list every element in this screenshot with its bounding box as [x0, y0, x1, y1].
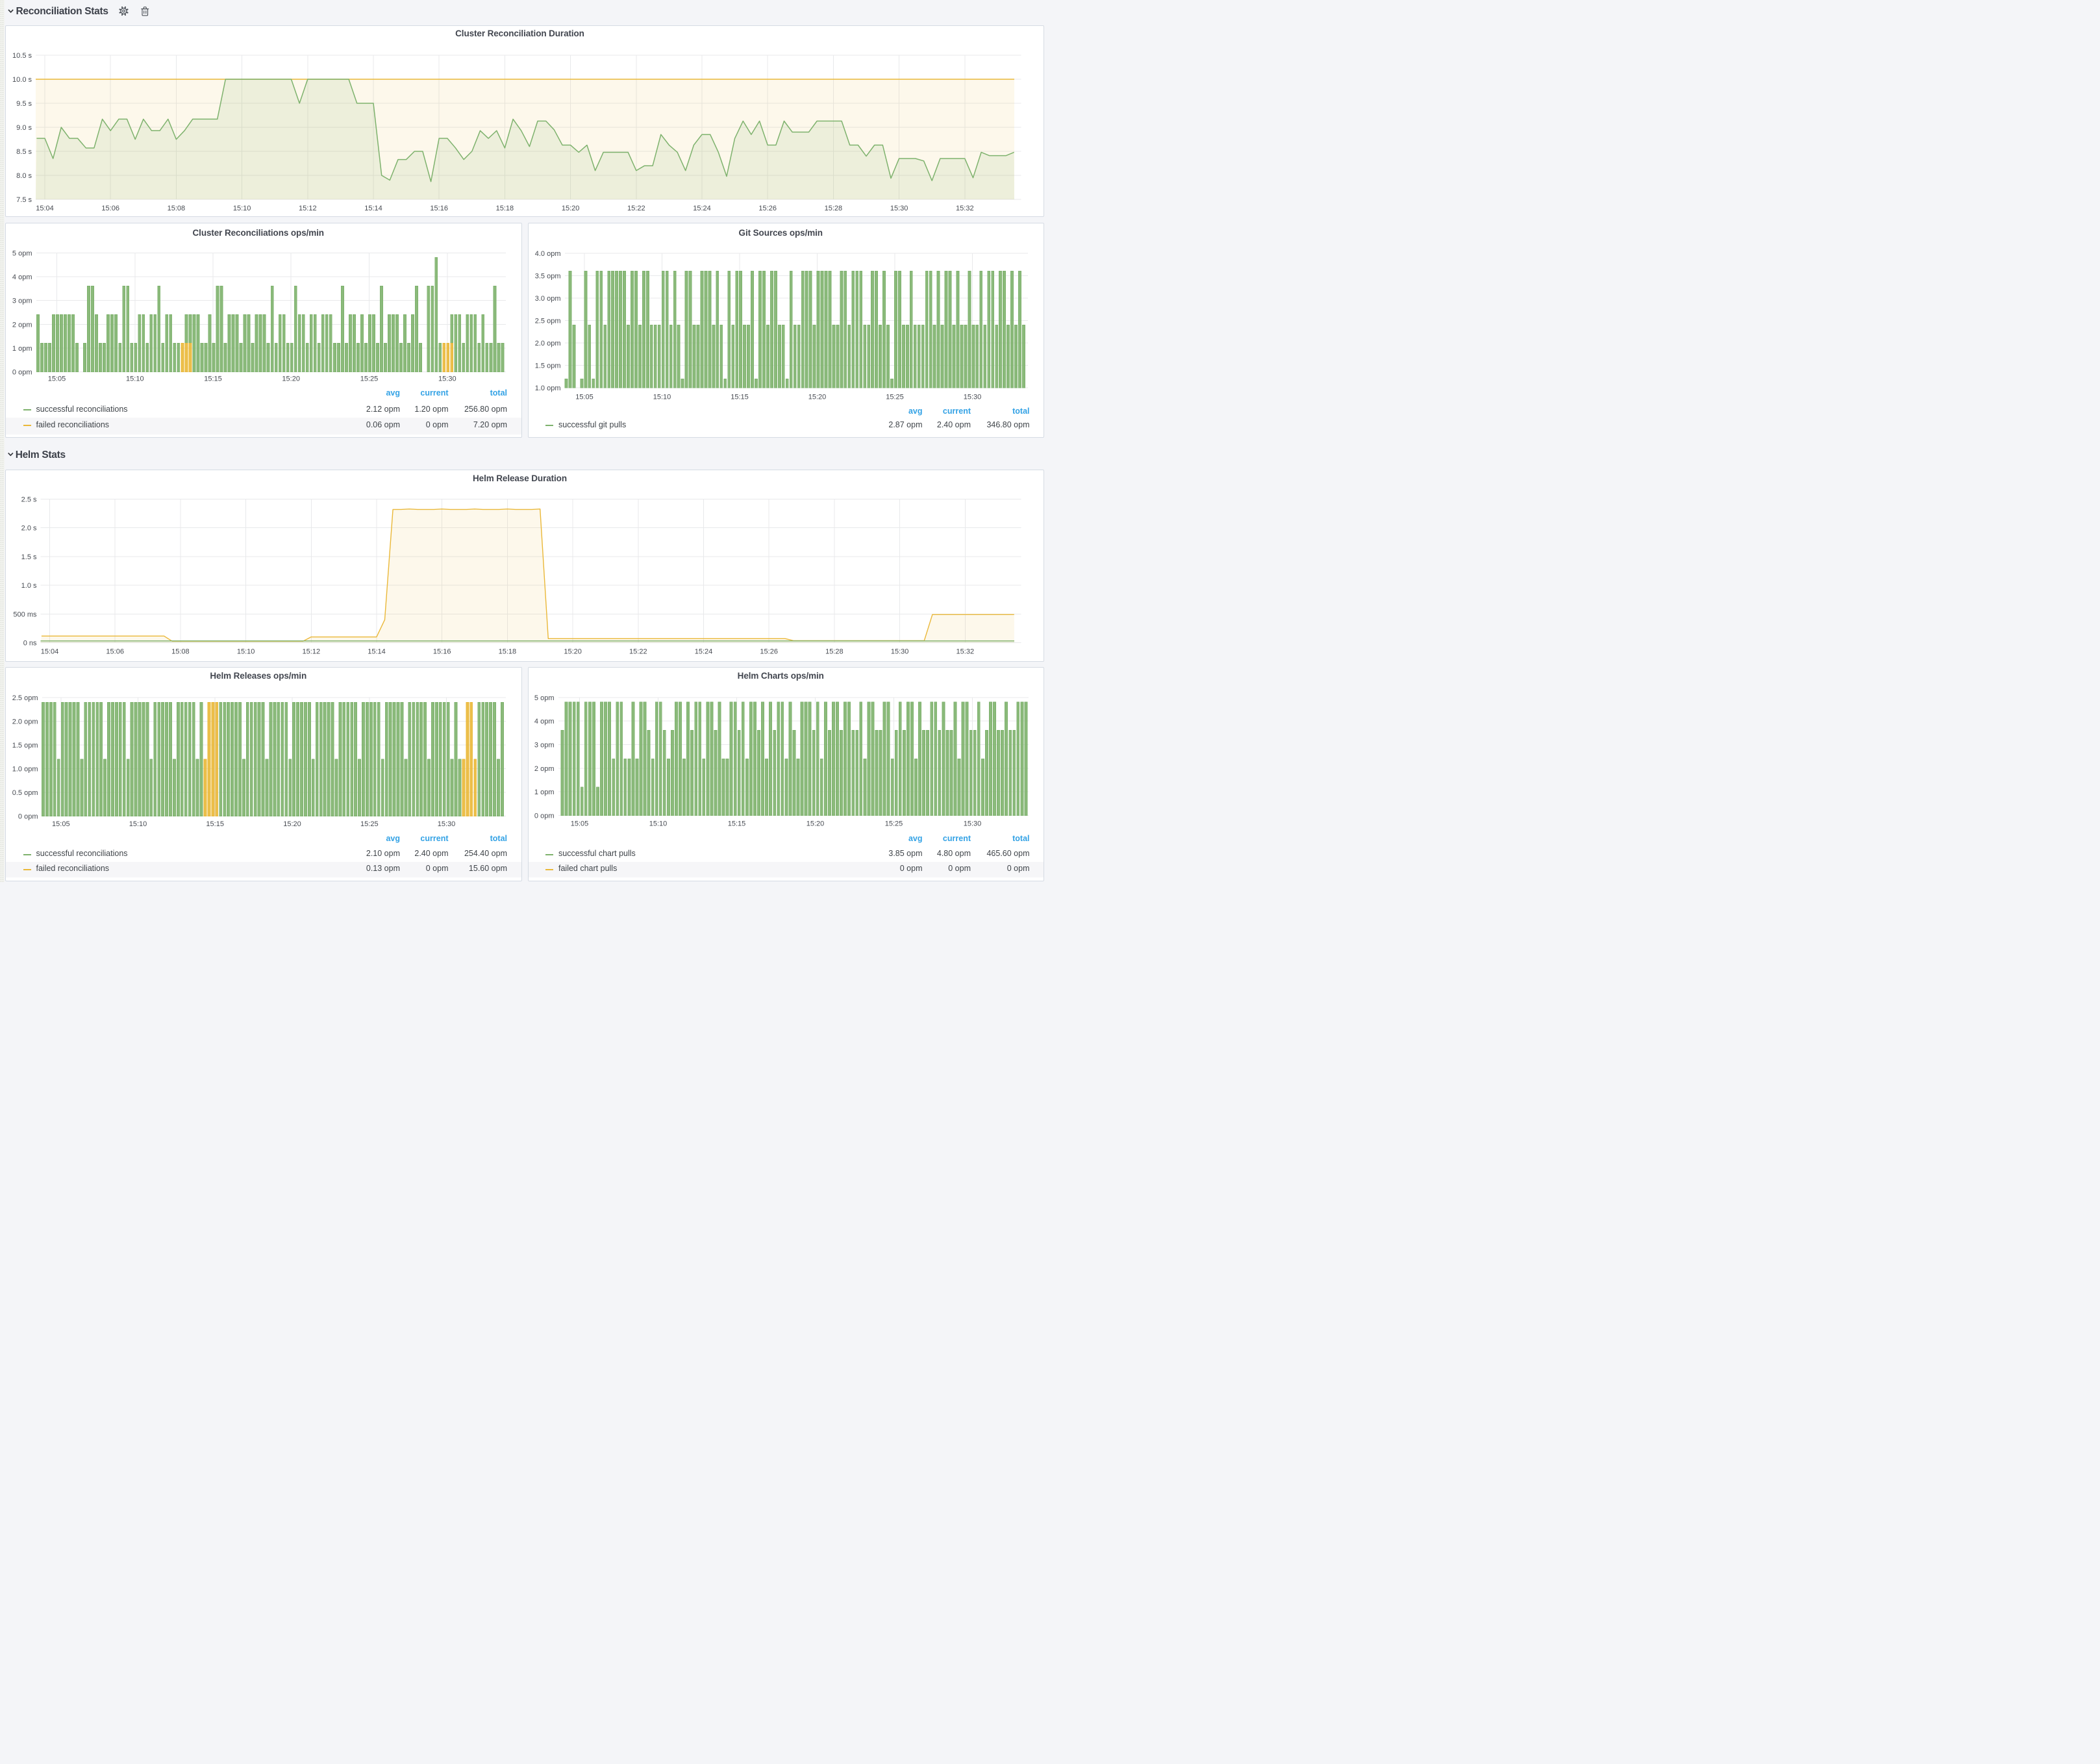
svg-text:4.0 opm: 4.0 opm	[535, 250, 561, 258]
svg-text:0 opm: 0 opm	[12, 369, 32, 377]
svg-text:8.5 s: 8.5 s	[16, 148, 32, 156]
svg-text:15:25: 15:25	[360, 375, 379, 383]
svg-text:1.0 s: 1.0 s	[21, 582, 37, 590]
svg-text:15:25: 15:25	[886, 394, 904, 401]
svg-text:15:12: 15:12	[299, 205, 317, 212]
svg-text:5 opm: 5 opm	[534, 694, 555, 702]
svg-text:2.5 opm: 2.5 opm	[12, 694, 38, 702]
svg-text:15:16: 15:16	[433, 648, 451, 656]
svg-text:15:18: 15:18	[496, 205, 514, 212]
svg-text:15:25: 15:25	[360, 820, 379, 828]
svg-text:15:08: 15:08	[168, 205, 186, 212]
svg-text:15:30: 15:30	[964, 820, 982, 828]
svg-text:7.5 s: 7.5 s	[16, 196, 32, 204]
svg-text:15:06: 15:06	[106, 648, 124, 656]
svg-text:15:05: 15:05	[571, 820, 589, 828]
svg-text:15:30: 15:30	[438, 820, 456, 828]
svg-text:15:25: 15:25	[885, 820, 903, 828]
svg-text:15:15: 15:15	[204, 375, 222, 383]
svg-text:15:14: 15:14	[364, 205, 382, 212]
svg-text:15:15: 15:15	[206, 820, 224, 828]
svg-text:15:26: 15:26	[758, 205, 777, 212]
svg-text:15:20: 15:20	[562, 205, 580, 212]
svg-text:15:32: 15:32	[956, 648, 975, 656]
svg-text:15:30: 15:30	[964, 394, 982, 401]
svg-text:1 opm: 1 opm	[534, 788, 555, 796]
svg-text:15:10: 15:10	[649, 820, 668, 828]
svg-text:15:10: 15:10	[126, 375, 144, 383]
svg-text:15:30: 15:30	[891, 648, 909, 656]
svg-text:15:10: 15:10	[653, 394, 671, 401]
svg-text:2.5 opm: 2.5 opm	[535, 318, 561, 325]
svg-text:1 opm: 1 opm	[12, 345, 32, 353]
svg-text:15:20: 15:20	[282, 375, 300, 383]
svg-text:15:20: 15:20	[806, 820, 825, 828]
svg-text:15:04: 15:04	[41, 648, 59, 656]
svg-text:0 ns: 0 ns	[23, 640, 37, 648]
svg-text:15:28: 15:28	[825, 205, 843, 212]
svg-text:1.5 opm: 1.5 opm	[12, 742, 38, 750]
svg-text:15:20: 15:20	[808, 394, 827, 401]
svg-text:2.5 s: 2.5 s	[21, 496, 37, 504]
svg-text:3 opm: 3 opm	[534, 742, 555, 750]
svg-text:2.0 s: 2.0 s	[21, 525, 37, 533]
svg-text:15:24: 15:24	[695, 648, 713, 656]
svg-text:15:15: 15:15	[731, 394, 749, 401]
svg-text:15:05: 15:05	[575, 394, 594, 401]
svg-text:2 opm: 2 opm	[534, 765, 555, 773]
svg-text:15:28: 15:28	[825, 648, 844, 656]
svg-text:3 opm: 3 opm	[12, 297, 32, 305]
svg-text:15:05: 15:05	[52, 820, 70, 828]
svg-text:15:20: 15:20	[564, 648, 582, 656]
svg-text:2.0 opm: 2.0 opm	[535, 340, 561, 347]
svg-text:10.5 s: 10.5 s	[12, 52, 32, 60]
svg-text:2 opm: 2 opm	[12, 321, 32, 329]
svg-text:10.0 s: 10.0 s	[12, 76, 32, 84]
svg-text:15:10: 15:10	[237, 648, 255, 656]
svg-text:15:24: 15:24	[693, 205, 711, 212]
svg-text:9.5 s: 9.5 s	[16, 100, 32, 108]
svg-text:15:22: 15:22	[627, 205, 645, 212]
svg-text:15:18: 15:18	[499, 648, 517, 656]
svg-text:15:26: 15:26	[760, 648, 778, 656]
svg-text:8.0 s: 8.0 s	[16, 172, 32, 180]
svg-text:2.0 opm: 2.0 opm	[12, 718, 38, 726]
svg-text:1.5 s: 1.5 s	[21, 553, 37, 561]
svg-text:1.0 opm: 1.0 opm	[12, 766, 38, 774]
svg-text:15:22: 15:22	[629, 648, 647, 656]
svg-text:500 ms: 500 ms	[13, 611, 37, 618]
svg-text:15:08: 15:08	[171, 648, 190, 656]
svg-text:0.5 opm: 0.5 opm	[12, 789, 38, 797]
svg-text:15:15: 15:15	[728, 820, 746, 828]
svg-text:15:10: 15:10	[129, 820, 147, 828]
svg-text:3.5 opm: 3.5 opm	[535, 273, 561, 281]
svg-text:15:30: 15:30	[438, 375, 456, 383]
svg-text:0 opm: 0 opm	[534, 813, 555, 820]
svg-text:1.0 opm: 1.0 opm	[535, 384, 561, 392]
svg-text:15:10: 15:10	[233, 205, 251, 212]
svg-text:3.0 opm: 3.0 opm	[535, 295, 561, 303]
svg-text:15:14: 15:14	[368, 648, 386, 656]
svg-text:15:32: 15:32	[956, 205, 974, 212]
svg-text:5 opm: 5 opm	[12, 249, 32, 257]
svg-text:4 opm: 4 opm	[12, 273, 32, 281]
svg-text:15:12: 15:12	[303, 648, 321, 656]
svg-text:15:20: 15:20	[283, 820, 301, 828]
svg-text:15:04: 15:04	[36, 205, 54, 212]
svg-text:15:05: 15:05	[48, 375, 66, 383]
svg-text:1.5 opm: 1.5 opm	[535, 362, 561, 370]
svg-text:15:30: 15:30	[890, 205, 908, 212]
svg-text:15:16: 15:16	[430, 205, 448, 212]
svg-text:4 opm: 4 opm	[534, 718, 555, 725]
svg-text:9.0 s: 9.0 s	[16, 124, 32, 132]
svg-text:15:06: 15:06	[101, 205, 119, 212]
svg-text:0 opm: 0 opm	[18, 813, 38, 821]
